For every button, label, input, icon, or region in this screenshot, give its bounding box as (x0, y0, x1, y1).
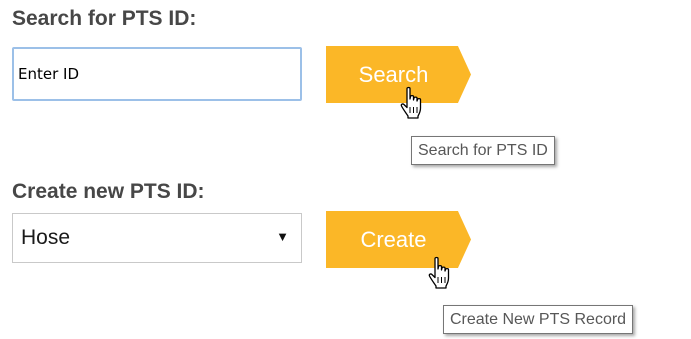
search-section-title: Search for PTS ID: (12, 7, 197, 30)
dropdown-arrow-icon: ▼ (276, 229, 289, 244)
create-section-title: Create new PTS ID: (12, 180, 205, 203)
create-button-label: Create (360, 226, 427, 252)
record-type-select[interactable]: Hose ▼ (12, 213, 302, 263)
record-type-selected-value: Hose (21, 226, 71, 249)
search-button[interactable]: Search (326, 46, 471, 103)
search-button-label: Search (358, 61, 429, 87)
create-button-tooltip: Create New PTS Record (443, 305, 634, 334)
search-id-input[interactable] (12, 47, 302, 101)
pts-id-panel: Search for PTS ID: Search Create new PTS… (0, 0, 691, 339)
search-button-tooltip: Search for PTS ID (411, 136, 555, 165)
create-button[interactable]: Create (326, 211, 471, 268)
